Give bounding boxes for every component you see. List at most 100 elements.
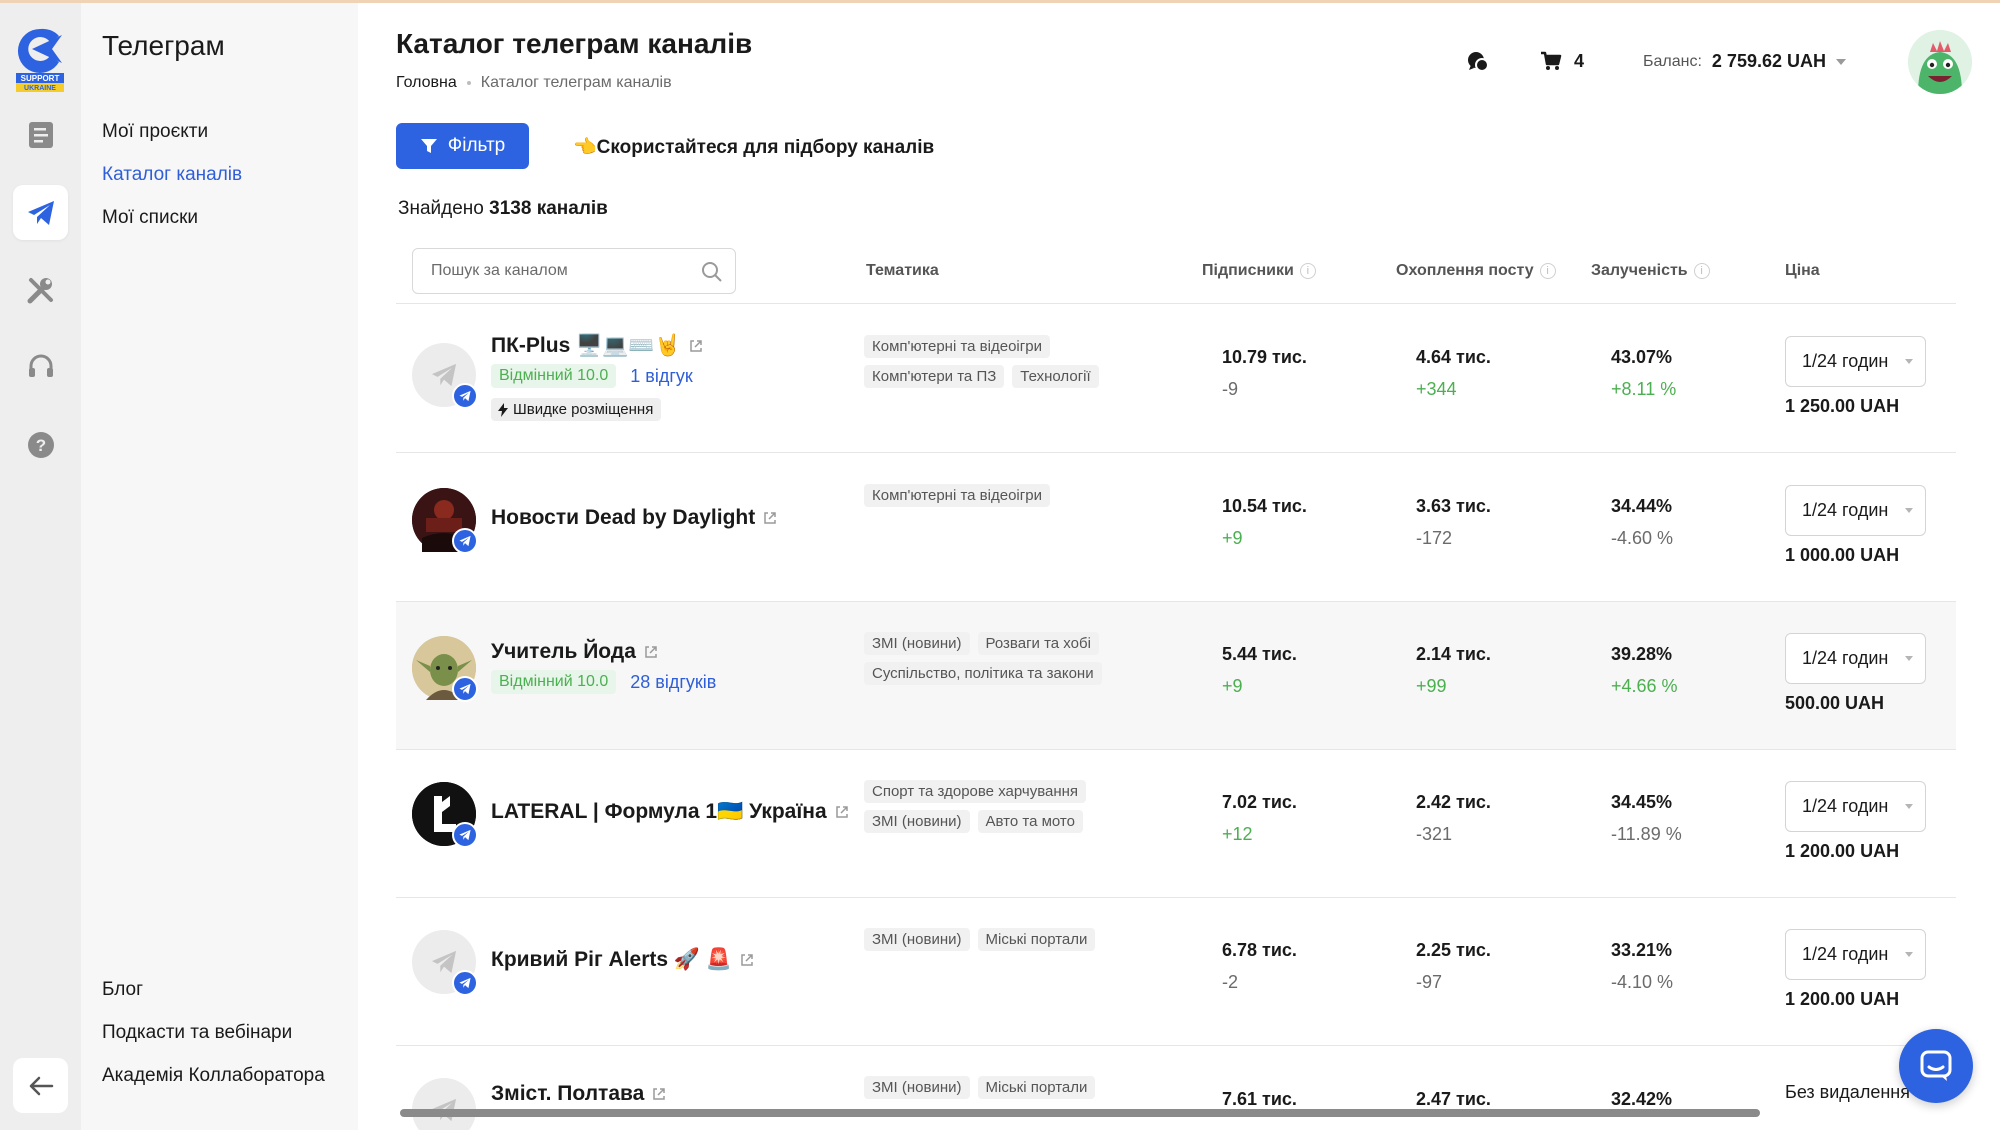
rail-telegram-button[interactable] — [13, 185, 68, 240]
channel-name-link[interactable]: Учитель Йода — [491, 640, 658, 664]
topic-tag: Комп'ютери та ПЗ — [864, 365, 1005, 388]
table-row[interactable]: ПК-Plus 🖥️💻⌨️🤘 Відмінний 10.0 1 відгук Ш… — [396, 305, 1956, 453]
channel-name-link[interactable]: ПК-Plus 🖥️💻⌨️🤘 — [491, 334, 703, 358]
channel-avatar — [412, 636, 478, 702]
info-icon[interactable]: i — [1693, 263, 1710, 279]
table-row[interactable]: LATERAL | Формула 1🇺🇦 Україна Спорт та з… — [396, 750, 1956, 898]
channel-meta: Відмінний 10.0 28 відгуків — [491, 670, 716, 694]
price-value: 500.00 UAH — [1785, 693, 1885, 713]
telegram-placeholder-icon — [431, 950, 457, 974]
collapse-sidebar-button[interactable] — [13, 1058, 68, 1113]
engagement-value: 34.45% — [1611, 792, 1673, 812]
format-select[interactable]: 1/24 годин — [1785, 485, 1926, 536]
channel-name-link[interactable]: LATERAL | Формула 1🇺🇦 Україна — [491, 800, 849, 824]
external-link-icon[interactable] — [763, 511, 777, 525]
sidebar-item-my-projects[interactable]: Мої проєкти — [102, 121, 208, 143]
column-subscribers[interactable]: Підписники i — [1202, 262, 1316, 280]
subscribers-value: 6.78 тис. — [1222, 940, 1297, 960]
rail-documents-button[interactable] — [13, 107, 68, 162]
reach-value: 2.25 тис. — [1416, 940, 1491, 960]
table-row[interactable]: Учитель Йода Відмінний 10.0 28 відгуків … — [396, 602, 1956, 750]
channel-name: Новости Dead by Daylight — [491, 506, 756, 529]
rail-help-button[interactable]: ? — [13, 417, 68, 472]
table-row[interactable]: Зміст. Полтава ЗМІ (новини) Міські порта… — [396, 1046, 1956, 1130]
funnel-icon — [420, 139, 437, 153]
search-input[interactable] — [431, 262, 691, 280]
reviews-link[interactable]: 1 відгук — [630, 366, 693, 387]
format-select[interactable]: 1/24 годин — [1785, 336, 1926, 387]
chat-icon — [1468, 52, 1489, 72]
channel-name-link[interactable]: Кривий Ріг Alerts 🚀 🚨 — [491, 948, 754, 972]
table-row[interactable]: Кривий Ріг Alerts 🚀 🚨 ЗМІ (новини) Міськ… — [396, 898, 1956, 1046]
chevron-down-icon — [1905, 952, 1913, 957]
sidebar-item-academy[interactable]: Академія Коллаборатора — [102, 1065, 325, 1087]
telegram-badge-icon — [452, 970, 478, 996]
balance-label: Баланс: — [1643, 52, 1702, 70]
format-value: 1/24 годин — [1802, 500, 1889, 520]
format-select[interactable]: 1/24 годин — [1785, 781, 1926, 832]
topic-tag: Комп'ютерні та відеоігри — [864, 335, 1050, 358]
breadcrumb-home[interactable]: Головна — [396, 74, 457, 92]
channel-avatar — [412, 930, 478, 996]
sidebar-item-blog[interactable]: Блог — [102, 979, 143, 1001]
price-value: 1 200.00 UAH — [1785, 989, 1900, 1009]
reach-value: 2.14 тис. — [1416, 644, 1491, 664]
external-link-icon[interactable] — [689, 339, 703, 353]
subscribers-delta: +12 — [1222, 824, 1253, 844]
topic-tag: Технології — [1012, 365, 1099, 388]
external-link-icon[interactable] — [835, 805, 849, 819]
column-reach-label: Охоплення посту — [1396, 262, 1534, 279]
topic-tag: ЗМІ (новини) — [864, 1076, 970, 1099]
info-icon[interactable]: i — [1299, 263, 1316, 279]
info-icon[interactable]: i — [1539, 263, 1556, 279]
telegram-icon — [27, 200, 54, 225]
filter-label: Фільтр — [447, 135, 506, 156]
price-value: 1 250.00 UAH — [1785, 396, 1900, 416]
channel-name-link[interactable]: Новости Dead by Daylight — [491, 506, 777, 530]
column-engagement[interactable]: Залученість i — [1591, 262, 1710, 280]
telegram-badge-icon — [452, 383, 478, 409]
page-title: Каталог телеграм каналів — [396, 28, 753, 59]
reach-delta: +99 — [1416, 676, 1447, 696]
filter-hint: 👈Скористайтеся для підбору каналів — [573, 137, 935, 158]
engagement-delta: -4.60 % — [1611, 528, 1674, 548]
engagement-delta: -11.89 % — [1611, 824, 1682, 844]
sidebar-title: Телеграм — [102, 30, 225, 61]
rating-badge: Відмінний 10.0 — [491, 364, 617, 388]
messages-button[interactable] — [1466, 50, 1490, 79]
horizontal-scrollbar[interactable] — [400, 1109, 1760, 1117]
sidebar-item-channel-catalog[interactable]: Каталог каналів — [102, 164, 242, 186]
sidebar-item-podcasts[interactable]: Подкасти та вебінари — [102, 1022, 292, 1044]
table-header: Тематика Підписники i Охоплення посту i За… — [396, 248, 1956, 304]
reach-value: 4.64 тис. — [1416, 347, 1491, 367]
column-reach[interactable]: Охоплення посту i — [1396, 262, 1556, 280]
user-avatar[interactable] — [1908, 30, 1972, 94]
rail-support-button[interactable] — [13, 339, 68, 394]
table-row[interactable]: Новости Dead by Daylight Комп'ютерні та … — [396, 454, 1956, 602]
external-link-icon[interactable] — [652, 1087, 666, 1101]
balance-dropdown[interactable]: Баланс: 2 759.62 UAH — [1643, 51, 1846, 72]
engagement-value: 33.21% — [1611, 940, 1673, 960]
topic-tag: Комп'ютерні та відеоігри — [864, 484, 1050, 507]
channel-search[interactable] — [412, 248, 736, 294]
engagement-value: 34.44% — [1611, 496, 1673, 516]
filter-button[interactable]: Фільтр — [396, 123, 529, 169]
sidebar-item-my-lists[interactable]: Мої списки — [102, 207, 198, 229]
format-select[interactable]: 1/24 годин — [1785, 929, 1926, 980]
external-link-icon[interactable] — [644, 645, 658, 659]
logo[interactable]: SUPPORT UKRAINE — [14, 25, 66, 93]
svg-text:SUPPORT: SUPPORT — [21, 74, 60, 83]
chevron-down-icon — [1836, 58, 1846, 65]
format-select[interactable]: 1/24 годин — [1785, 633, 1926, 684]
topic-tags: Комп'ютерні та відеоігри — [864, 484, 1164, 507]
cart-button[interactable]: 4 — [1540, 50, 1584, 72]
reviews-link[interactable]: 28 відгуків — [630, 672, 716, 693]
reach-value: 2.42 тис. — [1416, 792, 1491, 812]
channel-meta: Відмінний 10.0 1 відгук — [491, 364, 693, 388]
channel-name-link[interactable]: Зміст. Полтава — [491, 1082, 666, 1106]
engagement-delta: -4.10 % — [1611, 972, 1674, 992]
subscribers-delta: +9 — [1222, 528, 1243, 548]
support-chat-button[interactable] — [1899, 1029, 1973, 1103]
external-link-icon[interactable] — [740, 953, 754, 967]
rail-tools-button[interactable] — [13, 262, 68, 317]
